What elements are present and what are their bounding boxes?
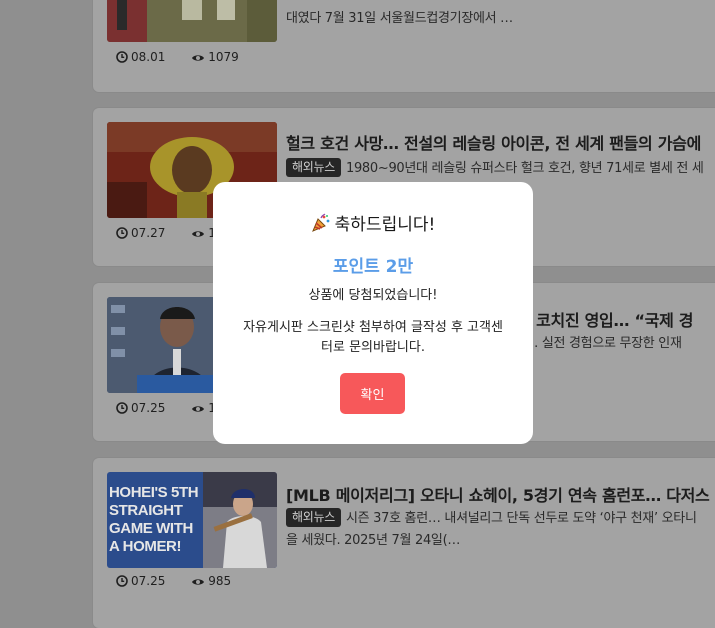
prize-instructions: 자유게시판 스크린샷 첨부하여 글작성 후 고객센터로 문의바랍니다. bbox=[243, 320, 503, 355]
article-thumbnail[interactable]: HOHEI'S 5TH STRAIGHT GAME WITH A HOMER! bbox=[107, 472, 277, 568]
article-date: 07.25 bbox=[131, 574, 166, 588]
article-date: 08.01 bbox=[131, 50, 166, 64]
party-popper-icon bbox=[311, 213, 331, 238]
article-summary: 대였다 7월 31일 서울월드컵경기장에서 … bbox=[286, 11, 513, 26]
article-date: 07.25 bbox=[131, 401, 166, 415]
article-title[interactable]: [MLB 메이저리그] 오타니 쇼헤이, 5경기 연속 홈런포… 다저스 bbox=[286, 482, 710, 506]
article-summary-text: 시즌 37호 홈런… 내셔널리그 단독 선두로 도약 ‘야구 천재’ 오타니 bbox=[345, 511, 697, 526]
prize-modal: 축하드립니다! 포인트 2만 상품에 당첨되었습니다! 자유게시판 스크린샷 첨… bbox=[213, 182, 533, 444]
article-views: 1079 bbox=[208, 50, 239, 64]
clock-icon bbox=[116, 402, 128, 417]
eye-icon bbox=[191, 228, 205, 242]
clock-icon bbox=[116, 575, 128, 590]
article-card[interactable]: HOHEI'S 5TH STRAIGHT GAME WITH A HOMER! … bbox=[93, 458, 715, 628]
article-meta: 08.01 1079 bbox=[116, 50, 261, 66]
article-summary: 해외뉴스 1980~90년대 레슬링 슈퍼스타 헐크 호건, 향년 71세로 별세… bbox=[286, 158, 715, 180]
article-summary: 해외뉴스 시즌 37호 홈런… 내셔널리그 단독 선두로 도약 ‘야구 천재’ 오… bbox=[286, 508, 715, 552]
modal-heading: 축하드립니다! bbox=[213, 210, 533, 238]
clock-icon bbox=[116, 227, 128, 242]
prize-amount: 포인트 2만 bbox=[332, 257, 414, 277]
article-title[interactable]: 헐크 호건 사망… 전설의 레슬링 아이콘, 전 세계 팬들의 가슴에 bbox=[286, 130, 701, 154]
article-views: 985 bbox=[208, 574, 232, 588]
category-badge[interactable]: 해외뉴스 bbox=[286, 158, 341, 177]
article-summary: 합류… 실전 경험으로 무장한 인재 bbox=[502, 336, 682, 351]
article-summary-text: 을 세웠다. 2025년 7월 24일(… bbox=[286, 533, 461, 548]
prize-message: 상품에 당첨되었습니다! bbox=[308, 288, 438, 303]
article-thumbnail[interactable] bbox=[107, 0, 277, 42]
article-summary-text: 1980~90년대 레슬링 슈퍼스타 헐크 호건, 향년 71세로 별세 전 세 bbox=[345, 161, 704, 176]
article-card[interactable]: 대였다 7월 31일 서울월드컵경기장에서 … 08.01 1079 bbox=[93, 0, 715, 92]
eye-icon bbox=[191, 403, 205, 417]
article-date: 07.27 bbox=[131, 226, 166, 240]
modal-heading-text: 축하드립니다! bbox=[334, 215, 436, 235]
confirm-button[interactable]: 확인 bbox=[340, 373, 405, 414]
category-badge[interactable]: 해외뉴스 bbox=[286, 508, 341, 527]
eye-icon bbox=[191, 576, 205, 590]
thumbnail-caption: HOHEI'S 5TH STRAIGHT GAME WITH A HOMER! bbox=[109, 484, 199, 555]
clock-icon bbox=[116, 51, 128, 66]
article-meta: 07.25 985 bbox=[116, 574, 253, 590]
eye-icon bbox=[191, 52, 205, 66]
